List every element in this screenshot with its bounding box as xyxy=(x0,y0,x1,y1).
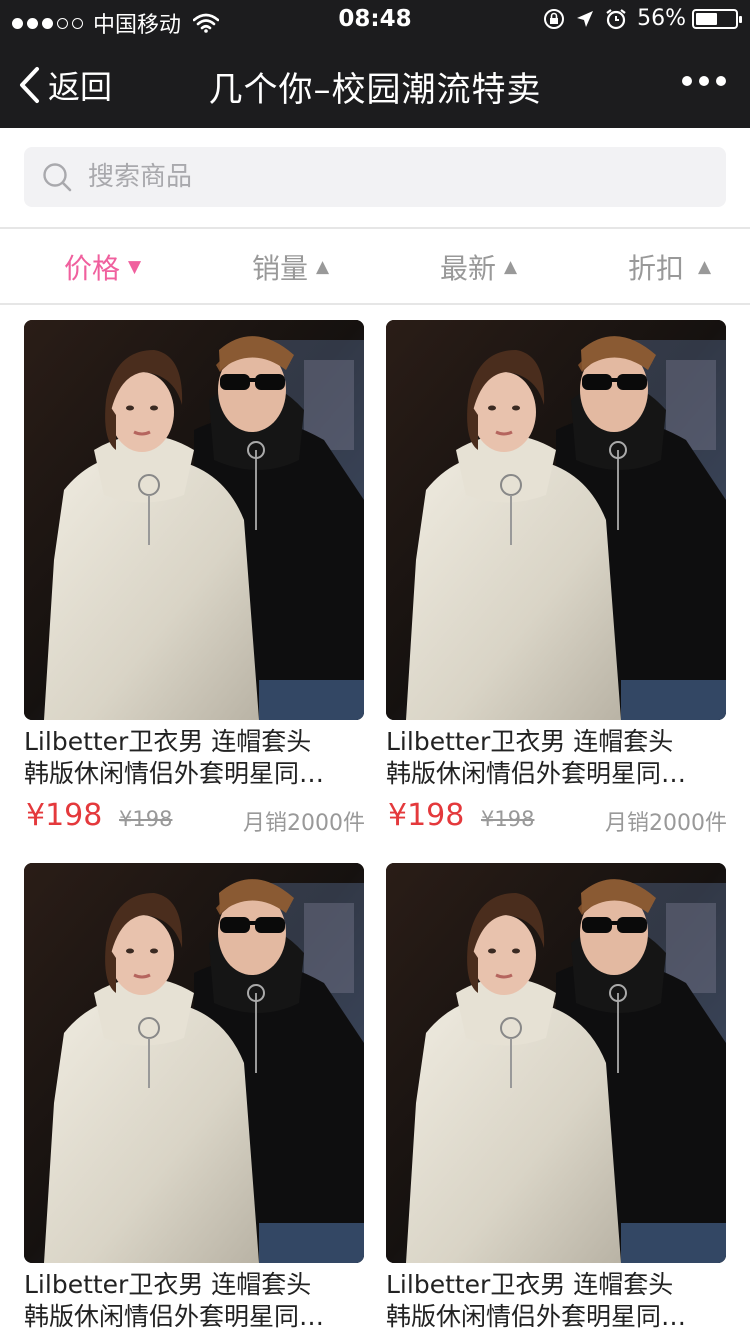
battery-fill xyxy=(696,12,717,25)
search-section xyxy=(0,128,750,226)
product-title: Lilbetter卫衣男 连帽套头 韩版休闲情侣外套明星同… xyxy=(386,1269,731,1333)
product-title: Lilbetter卫衣男 连帽套头 韩版休闲情侣外套明星同… xyxy=(24,1269,369,1333)
sort-tab-label: 最新 xyxy=(440,252,497,285)
location-arrow-icon xyxy=(577,10,594,27)
product-price: ¥198 xyxy=(26,798,103,833)
sort-asc-icon: ▲ xyxy=(316,257,330,277)
price-row: ¥198 ¥198 月销2000件 xyxy=(24,798,365,842)
product-sales: 月销2000件 xyxy=(243,811,365,836)
product-title-line2: 韩版休闲情侣外套明星同… xyxy=(24,1302,325,1331)
product-title-line2: 韩版休闲情侣外套明星同… xyxy=(386,1302,687,1331)
product-image[interactable] xyxy=(386,320,726,720)
product-image[interactable] xyxy=(24,863,364,1263)
product-title-line2: 韩版休闲情侣外套明星同… xyxy=(386,759,687,788)
search-input[interactable] xyxy=(86,161,690,193)
product-title-line2: 韩版休闲情侣外套明星同… xyxy=(24,759,325,788)
product-title: Lilbetter卫衣男 连帽套头 韩版休闲情侣外套明星同… xyxy=(24,726,369,790)
sort-desc-icon: ▼ xyxy=(128,257,142,277)
more-dot xyxy=(699,76,709,86)
product-card[interactable]: Lilbetter卫衣男 连帽套头 韩版休闲情侣外套明星同… xyxy=(24,863,364,1333)
product-photo-illustration xyxy=(386,320,726,720)
product-photo-illustration xyxy=(24,320,364,720)
more-dot xyxy=(682,76,692,86)
product-photo-illustration xyxy=(24,863,364,1263)
battery-percent: 56% xyxy=(637,6,686,31)
sort-tab-label: 价格 xyxy=(64,252,121,285)
product-original-price: ¥198 xyxy=(481,807,535,831)
sort-bar: 价格 ▼ 销量 ▲ 最新 ▲ 折扣 ▲ xyxy=(0,227,750,305)
status-bar: 中国移动 08:48 56% xyxy=(0,0,750,40)
product-original-price: ¥198 xyxy=(119,807,173,831)
product-card[interactable]: Lilbetter卫衣男 连帽套头 韩版休闲情侣外套明星同… ¥198 ¥198… xyxy=(24,320,365,842)
battery-nub xyxy=(739,15,742,23)
search-icon xyxy=(43,163,72,192)
sort-tab-label: 折扣 xyxy=(628,252,685,285)
sort-tab-price[interactable]: 价格 ▼ xyxy=(64,247,141,287)
price-row: ¥198 ¥198 月销2000件 xyxy=(386,798,727,842)
product-title-line1: Lilbetter卫衣男 连帽套头 xyxy=(386,727,674,756)
product-card[interactable]: Lilbetter卫衣男 连帽套头 韩版休闲情侣外套明星同… ¥198 ¥198… xyxy=(386,320,727,842)
sort-tab-sales[interactable]: 销量 ▲ xyxy=(252,247,329,287)
product-card[interactable]: Lilbetter卫衣男 连帽套头 韩版休闲情侣外套明星同… xyxy=(386,863,726,1333)
top-bar: 中国移动 08:48 56% 返回 几个你–校园潮流特卖 xyxy=(0,0,750,128)
rotation-lock-icon xyxy=(544,8,565,29)
more-dot xyxy=(716,76,726,86)
more-dots-icon[interactable] xyxy=(675,76,726,86)
battery-icon xyxy=(692,8,742,29)
product-sales: 月销2000件 xyxy=(605,811,727,836)
product-title-line1: Lilbetter卫衣男 连帽套头 xyxy=(24,727,312,756)
sort-tab-newest[interactable]: 最新 ▲ xyxy=(440,247,517,287)
sort-asc-icon: ▲ xyxy=(698,257,712,277)
product-title: Lilbetter卫衣男 连帽套头 韩版休闲情侣外套明星同… xyxy=(386,726,731,790)
status-right: 56% xyxy=(533,6,742,31)
product-price: ¥198 xyxy=(388,798,465,833)
sort-tab-discount[interactable]: 折扣 ▲ xyxy=(628,247,711,287)
product-title-line1: Lilbetter卫衣男 连帽套头 xyxy=(24,1270,312,1299)
nav-bar: 返回 几个你–校园潮流特卖 xyxy=(0,40,750,128)
product-photo-illustration xyxy=(386,863,726,1263)
sort-asc-icon: ▲ xyxy=(504,257,518,277)
product-image[interactable] xyxy=(24,320,364,720)
search-box[interactable] xyxy=(24,147,726,207)
page-title: 几个你–校园潮流特卖 xyxy=(208,70,542,110)
alarm-icon xyxy=(606,8,626,29)
product-title-line1: Lilbetter卫衣男 连帽套头 xyxy=(386,1270,674,1299)
sort-tab-label: 销量 xyxy=(252,252,309,285)
product-image[interactable] xyxy=(386,863,726,1263)
